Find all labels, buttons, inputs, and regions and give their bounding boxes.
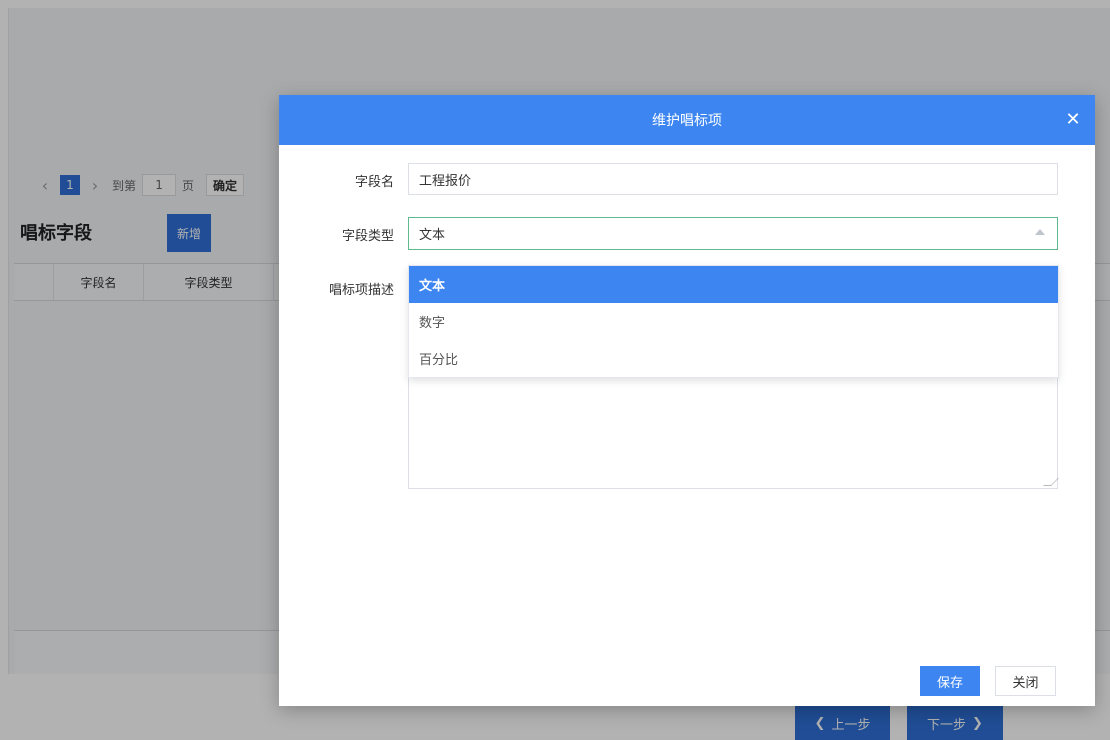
field-name-input[interactable]: 工程报价 (408, 163, 1058, 195)
field-type-label: 字段类型 (341, 228, 394, 244)
field-type-select[interactable]: 文本 (408, 217, 1058, 250)
field-type-value: 文本 (419, 228, 446, 243)
field-type-row: 字段类型 文本 (279, 217, 1095, 251)
field-name-label: 字段名 (354, 174, 394, 190)
save-button[interactable]: 保存 (920, 666, 980, 696)
maintain-item-dialog: 维护唱标项 ✕ 字段名 工程报价 字段类型 文本 唱标项描述 文本 数字 百分比… (279, 95, 1095, 706)
option-text[interactable]: 文本 (409, 266, 1058, 303)
option-percentage[interactable]: 百分比 (409, 340, 1058, 377)
field-name-row: 字段名 工程报价 (279, 163, 1095, 197)
dialog-header: 维护唱标项 ✕ (279, 95, 1095, 145)
close-icon[interactable]: ✕ (1063, 109, 1083, 130)
description-label: 唱标项描述 (328, 282, 394, 298)
option-number[interactable]: 数字 (409, 303, 1058, 340)
chevron-up-icon (1035, 229, 1045, 235)
resize-grip-icon[interactable] (1043, 478, 1059, 486)
field-type-dropdown: 文本 数字 百分比 (408, 265, 1059, 378)
close-button[interactable]: 关闭 (995, 666, 1056, 696)
dialog-title: 维护唱标项 (652, 113, 722, 129)
